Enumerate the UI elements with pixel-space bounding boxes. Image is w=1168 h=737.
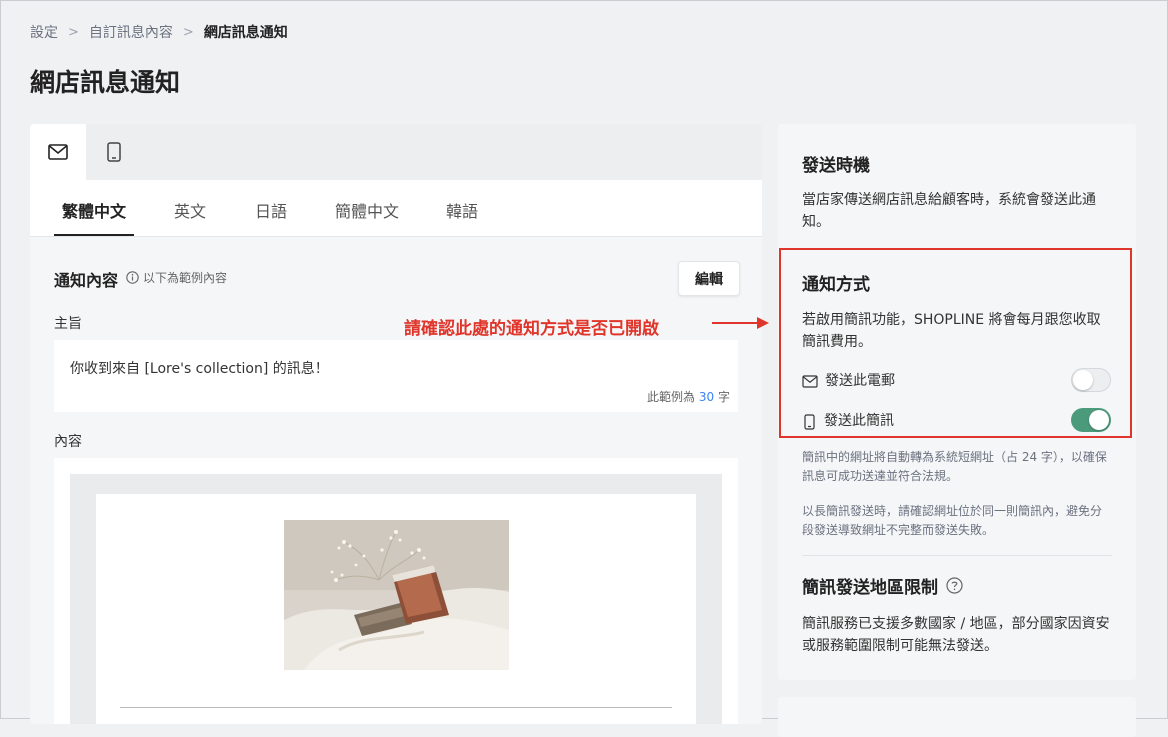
sms-region-line2: 或服務範圍限制可能無法發送。 xyxy=(802,638,998,654)
tab-sms[interactable] xyxy=(86,124,142,180)
notification-content-hint: 以下為範例內容 xyxy=(126,269,227,286)
char-count-suffix: 字 xyxy=(717,390,730,404)
hint-text: 以下為範例內容 xyxy=(143,271,228,285)
sms-note2-line1: 以長簡訊發送時，請確認網址位於同一則簡訊內，避免分 xyxy=(802,504,1103,518)
product-image xyxy=(284,520,509,670)
highlight-box xyxy=(779,248,1132,438)
tab-simplified-chinese[interactable]: 簡體中文 xyxy=(335,198,399,236)
sms-region-line1: 簡訊服務已支援多數國家 / 地區，部分國家因資安 xyxy=(802,616,1110,632)
language-tabs: 繁體中文 英文 日語 簡體中文 韓語 xyxy=(30,180,762,237)
tab-japanese[interactable]: 日語 xyxy=(255,198,287,236)
tab-english[interactable]: 英文 xyxy=(174,198,206,236)
char-count: 此範例為 30 字 xyxy=(647,388,730,405)
sms-note2-line2: 段發送導致網址不完整而發送失敗。 xyxy=(802,523,995,537)
tab-traditional-chinese[interactable]: 繁體中文 xyxy=(54,198,135,236)
page-title: 網店訊息通知 xyxy=(30,68,181,97)
email-template-body xyxy=(96,494,696,724)
divider xyxy=(802,555,1112,556)
sms-note1-line2: 訊息可成功送達並符合法規。 xyxy=(802,469,959,483)
sms-region-heading: 簡訊發送地區限制 xyxy=(802,573,963,598)
send-timing-line2: 知。 xyxy=(802,214,830,230)
subject-text: 你收到來自 [Lore's collection] 的訊息！ xyxy=(70,361,329,377)
arrow-right-icon xyxy=(712,317,769,329)
annotation-text: 請確認此處的通知方式是否已開啟 xyxy=(404,319,659,339)
breadcrumb-item-custom-message[interactable]: 自訂訊息內容 xyxy=(89,22,173,42)
channel-tabs xyxy=(30,124,762,180)
body-preview xyxy=(54,458,738,724)
send-timing-line1: 當店家傳送網店訊息給顧客時，系統會發送此通 xyxy=(802,192,1096,208)
body-label: 內容 xyxy=(54,434,82,450)
divider xyxy=(120,707,672,708)
sms-note1-line1: 簡訊中的網址將自動轉為系統短網址（占 24 字），以確保 xyxy=(802,450,1107,464)
char-count-prefix: 此範例為 xyxy=(647,390,696,404)
breadcrumb: 設定 > 自訂訊息內容 > 網店訊息通知 xyxy=(30,22,288,42)
tab-korean[interactable]: 韓語 xyxy=(446,198,478,236)
mobile-icon xyxy=(107,142,121,162)
sms-region-title: 簡訊發送地區限制 xyxy=(802,578,938,598)
send-timing-title: 發送時機 xyxy=(802,156,870,176)
tab-email[interactable] xyxy=(30,124,86,180)
breadcrumb-item-settings[interactable]: 設定 xyxy=(30,22,58,42)
mail-icon xyxy=(48,144,68,160)
settings-panel-next xyxy=(778,697,1136,737)
info-icon xyxy=(126,271,139,284)
edit-button[interactable]: 編輯 xyxy=(678,261,740,296)
help-icon[interactable] xyxy=(946,577,963,594)
chevron-right-icon: > xyxy=(182,24,194,40)
subject-label: 主旨 xyxy=(54,316,82,332)
char-count-value: 30 xyxy=(698,390,715,404)
chevron-right-icon: > xyxy=(68,24,79,40)
breadcrumb-current: 網店訊息通知 xyxy=(203,25,288,41)
notification-content-title: 通知內容 xyxy=(54,271,119,290)
annotation-callout: 請確認此處的通知方式是否已開啟 xyxy=(404,314,659,339)
email-template-background xyxy=(70,474,722,724)
subject-preview: 你收到來自 [Lore's collection] 的訊息！ 此範例為 30 字 xyxy=(54,340,738,412)
notification-preview-card: 繁體中文 英文 日語 簡體中文 韓語 通知內容 以下為範例內容 編輯 主旨 你收… xyxy=(30,124,762,724)
